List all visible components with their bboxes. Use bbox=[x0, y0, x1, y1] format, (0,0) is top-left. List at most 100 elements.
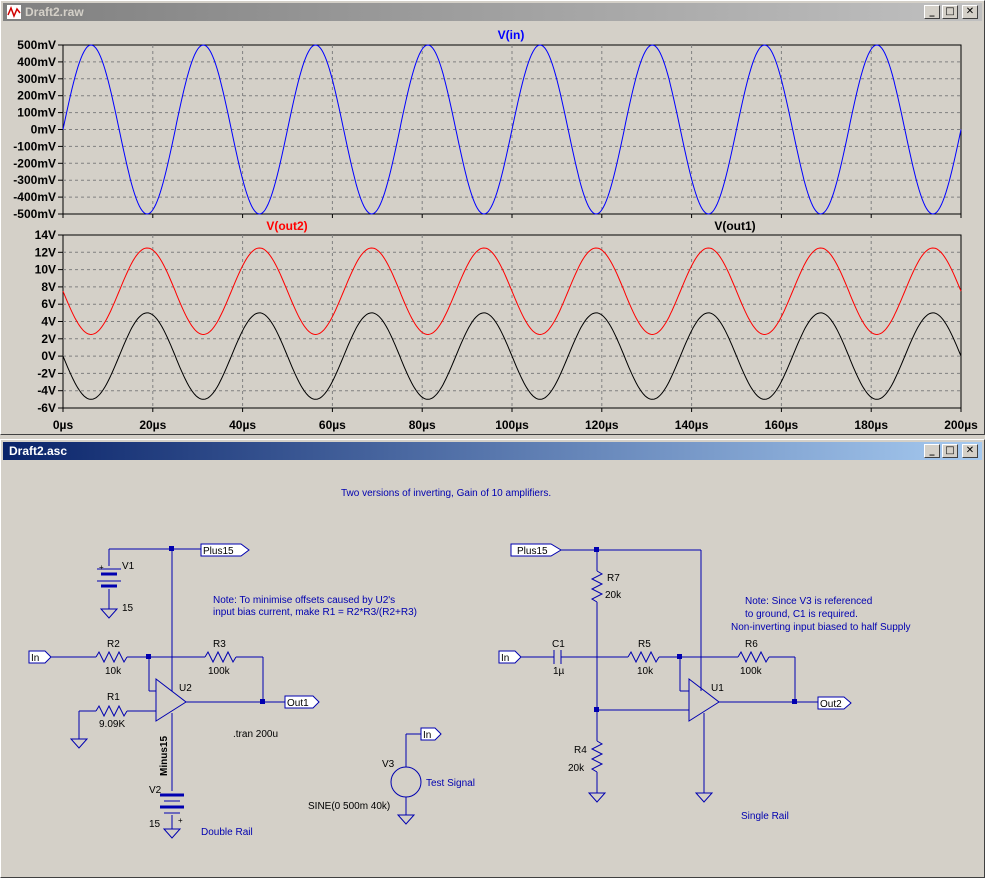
component-name: R4 bbox=[574, 745, 587, 756]
plot-window-title: Draft2.raw bbox=[25, 5, 84, 19]
resistor-r3[interactable] bbox=[204, 650, 237, 664]
net-label: Plus15 bbox=[517, 546, 548, 557]
y-tick-label: -200mV bbox=[13, 156, 56, 170]
y-tick-label: 500mV bbox=[17, 38, 56, 52]
resistor-r2[interactable] bbox=[95, 650, 128, 664]
component-name: U2 bbox=[179, 683, 192, 694]
battery-v2[interactable] bbox=[160, 793, 184, 814]
y-tick-label: 10V bbox=[35, 263, 56, 277]
note-text[interactable]: input bias current, make R1 = R2*R3/(R2+… bbox=[213, 607, 417, 618]
component-name: C1 bbox=[552, 639, 565, 650]
schematic-window-titlebar[interactable]: Draft2.asc _ □ ✕ bbox=[3, 442, 982, 460]
x-tick-label: 0µs bbox=[53, 418, 74, 432]
source-value: SINE(0 500m 40k) bbox=[308, 801, 390, 812]
x-tick-label: 80µs bbox=[409, 418, 436, 432]
y-tick-label: 4V bbox=[41, 315, 56, 329]
component-value: 15 bbox=[149, 819, 161, 830]
x-tick-label: 140µs bbox=[675, 418, 709, 432]
trace-label-vout2[interactable]: V(out2) bbox=[266, 219, 307, 233]
resistor-r4[interactable] bbox=[590, 740, 604, 773]
bottom-y-ticks: 14V 12V 10V 8V 6V 4V 2V 0V -2V -4V -6V bbox=[35, 228, 63, 415]
close-button[interactable]: ✕ bbox=[962, 444, 978, 458]
y-tick-label: -2V bbox=[37, 366, 56, 380]
note-text[interactable]: Note: Since V3 is referenced bbox=[745, 596, 872, 607]
component-value: 100k bbox=[208, 666, 231, 677]
component-value: 100k bbox=[740, 666, 763, 677]
schematic-canvas[interactable]: Two versions of inverting, Gain of 10 am… bbox=[1, 462, 984, 877]
spice-directive[interactable]: .tran 200u bbox=[233, 729, 278, 740]
waveform-plot[interactable]: 500mV 400mV 300mV 200mV 100mV 0mV -100mV -200mV… bbox=[1, 23, 984, 433]
y-tick-label: -4V bbox=[37, 384, 56, 398]
component-value: 15 bbox=[122, 603, 134, 614]
minimize-button[interactable]: _ bbox=[924, 5, 940, 19]
schematic-header-note[interactable]: Two versions of inverting, Gain of 10 am… bbox=[341, 488, 551, 499]
ground-symbol bbox=[587, 792, 607, 803]
close-button[interactable]: ✕ bbox=[962, 5, 978, 19]
component-name: R3 bbox=[213, 639, 226, 650]
component-value: 10k bbox=[105, 666, 122, 677]
ground-symbol bbox=[69, 738, 89, 749]
minimize-button[interactable]: _ bbox=[924, 444, 940, 458]
resistor-r1[interactable] bbox=[95, 704, 128, 718]
plot-window: Draft2.raw _ □ ✕ 500mV 400mV 300mV 200mV 100… bbox=[0, 0, 985, 435]
resistor-r5[interactable] bbox=[627, 650, 660, 664]
component-name: R6 bbox=[745, 639, 758, 650]
net-label: Out2 bbox=[820, 699, 842, 710]
note-text[interactable]: to ground, C1 is required. bbox=[745, 609, 858, 620]
circuit-label[interactable]: Single Rail bbox=[741, 811, 789, 822]
component-value: 1µ bbox=[553, 666, 565, 677]
ground-symbol bbox=[694, 792, 714, 803]
y-tick-label: 8V bbox=[41, 280, 56, 294]
note-text[interactable]: Note: To minimise offsets caused by U2's bbox=[213, 595, 395, 606]
component-name: R1 bbox=[107, 692, 120, 703]
component-value: 20k bbox=[605, 590, 622, 601]
y-tick-label: 2V bbox=[41, 332, 56, 346]
x-tick-label: 160µs bbox=[765, 418, 799, 432]
component-name: R5 bbox=[638, 639, 651, 650]
ground-symbol bbox=[99, 608, 119, 619]
x-tick-label: 120µs bbox=[585, 418, 619, 432]
net-label: Plus15 bbox=[203, 546, 234, 557]
trace-label-vin[interactable]: V(in) bbox=[498, 28, 525, 42]
component-name: V1 bbox=[122, 561, 135, 572]
polarity-label: + bbox=[99, 563, 104, 572]
maximize-button[interactable]: □ bbox=[942, 444, 958, 458]
note-text[interactable]: Non-inverting input biased to half Suppl… bbox=[731, 622, 911, 633]
y-tick-label: 0V bbox=[41, 349, 56, 363]
y-tick-label: -400mV bbox=[13, 190, 56, 204]
source-label[interactable]: Test Signal bbox=[426, 778, 475, 789]
maximize-button[interactable]: □ bbox=[942, 5, 958, 19]
plot-window-titlebar[interactable]: Draft2.raw _ □ ✕ bbox=[3, 3, 982, 21]
y-tick-label: 400mV bbox=[17, 55, 56, 69]
resistor-r6[interactable] bbox=[737, 650, 770, 664]
y-tick-label: 200mV bbox=[17, 89, 56, 103]
x-tick-label: 100µs bbox=[495, 418, 529, 432]
component-value: 10k bbox=[637, 666, 654, 677]
x-tick-label: 60µs bbox=[319, 418, 346, 432]
component-name: U1 bbox=[711, 683, 724, 694]
y-tick-label: 300mV bbox=[17, 72, 56, 86]
top-y-ticks: 500mV 400mV 300mV 200mV 100mV 0mV -100mV -200mV… bbox=[13, 38, 63, 221]
y-tick-label: 6V bbox=[41, 297, 56, 311]
schematic-window-title: Draft2.asc bbox=[9, 444, 68, 458]
x-tick-label: 180µs bbox=[854, 418, 888, 432]
y-tick-label: -6V bbox=[37, 401, 56, 415]
component-name: V2 bbox=[149, 785, 162, 796]
net-label-minus15: Minus15 bbox=[159, 736, 170, 776]
net-label: In bbox=[31, 653, 39, 664]
voltage-source-v3[interactable] bbox=[390, 766, 422, 798]
component-name: R2 bbox=[107, 639, 120, 650]
y-tick-label: -300mV bbox=[13, 173, 56, 187]
trace-label-vout1[interactable]: V(out1) bbox=[714, 219, 755, 233]
component-value: 9.09K bbox=[99, 719, 125, 730]
component-name: R7 bbox=[607, 573, 620, 584]
polarity-label: + bbox=[178, 816, 183, 825]
y-tick-label: 12V bbox=[35, 245, 56, 259]
component-value: 20k bbox=[568, 763, 585, 774]
y-tick-label: -100mV bbox=[13, 139, 56, 153]
circuit-label[interactable]: Double Rail bbox=[201, 827, 253, 838]
resistor-r7[interactable] bbox=[590, 570, 604, 603]
waveform-app-icon bbox=[6, 4, 22, 20]
y-tick-label: 100mV bbox=[17, 106, 56, 120]
schematic-window: Draft2.asc _ □ ✕ Two versions of inverti… bbox=[0, 439, 985, 878]
